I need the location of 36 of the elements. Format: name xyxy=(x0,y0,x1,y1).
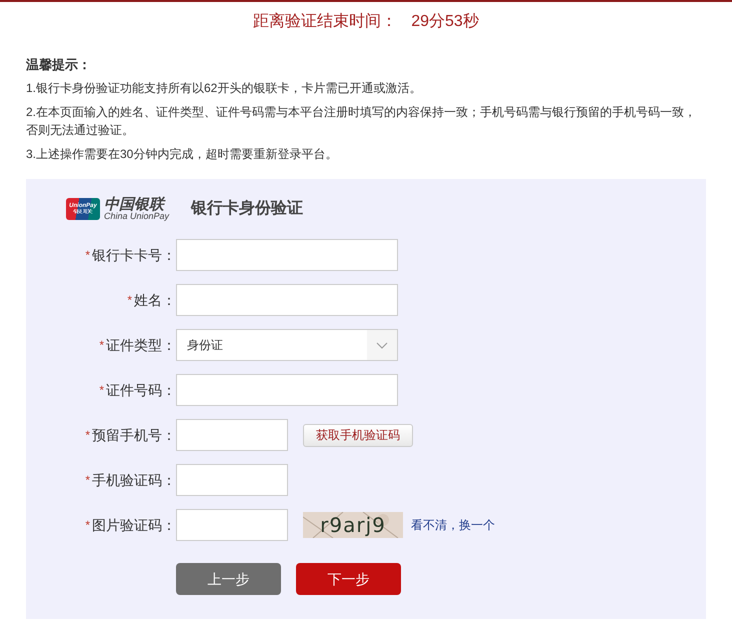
tip-text: 3.上述操作需要在30分钟内完成，超时需要重新登录平台。 xyxy=(26,146,338,163)
required-mark: * xyxy=(127,292,132,309)
required-mark: * xyxy=(85,247,90,264)
input-field[interactable] xyxy=(176,509,288,541)
tip-text: 1.银行卡身份验证功能支持所有以62开头的银联卡，卡片需已开通或激活。 xyxy=(26,80,422,97)
required-mark: * xyxy=(99,337,104,354)
logo-name-english: China UnionPay xyxy=(104,212,170,221)
input-field[interactable] xyxy=(176,374,398,406)
chevron-down-icon xyxy=(376,342,388,348)
form-title: 银行卡身份验证 xyxy=(191,198,304,219)
input-field[interactable] xyxy=(176,239,398,271)
select-field[interactable]: 身份证 xyxy=(176,329,398,361)
field-label: 银行卡卡号： xyxy=(92,246,176,264)
back-button[interactable]: 上一步 xyxy=(176,563,281,595)
required-mark: * xyxy=(85,517,90,534)
tips-title: 温馨提示： xyxy=(26,56,92,74)
field-label: 手机验证码： xyxy=(92,470,176,490)
required-mark: * xyxy=(99,382,104,399)
countdown-label: 距离验证结束时间： xyxy=(253,12,398,32)
input-field[interactable] xyxy=(176,419,288,451)
field-label: 证件号码： xyxy=(106,380,176,400)
input-field[interactable] xyxy=(176,464,288,496)
field-label: 证件类型： xyxy=(106,336,176,354)
captcha-image[interactable]: r9arj9 xyxy=(303,512,403,538)
sms-code-button[interactable]: 获取手机验证码 xyxy=(303,424,413,446)
field-label: 姓名： xyxy=(134,290,176,310)
refresh-captcha-link[interactable]: 看不清，换一个 xyxy=(411,516,495,534)
field-label: 图片验证码： xyxy=(92,516,176,534)
required-mark: * xyxy=(85,472,90,489)
countdown-time: 29分53秒 xyxy=(411,12,479,32)
input-field[interactable] xyxy=(176,284,398,316)
tip-text: 2.在本页面输入的姓名、证件类型、证件号码需与本平台注册时填写的内容保持一致；手机号码需与银行预留的手机号码一致，否则无法通过验证。 xyxy=(26,104,698,139)
next-button[interactable]: 下一步 xyxy=(296,563,401,595)
field-label: 预留手机号： xyxy=(92,426,176,444)
logo-name: 中国银联 xyxy=(104,197,166,212)
required-mark: * xyxy=(85,427,90,444)
